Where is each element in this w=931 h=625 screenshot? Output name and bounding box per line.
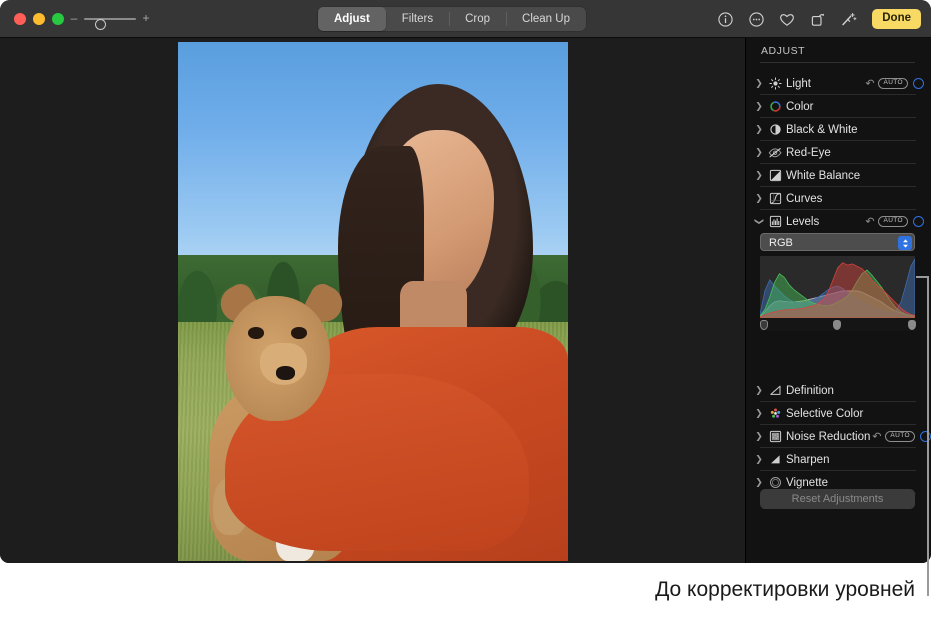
sidebar-item-selective-color[interactable]: ❯ Selective Color [746,402,931,425]
edit-mode-segmented-control[interactable]: Adjust Filters Crop Clean Up [318,7,586,31]
sidebar-item-label: Definition [786,385,834,397]
reset-light-icon[interactable]: ↶ [863,77,876,90]
tab-filters[interactable]: Filters [386,7,449,31]
half-circle-icon [766,123,784,137]
chevron-right-icon[interactable]: ❯ [752,125,766,134]
callout-bracket [916,276,929,596]
chevron-up-down-icon[interactable] [898,236,912,250]
photos-editor-window: – + Adjust Filters Crop Clean Up [0,0,931,563]
close-window-button[interactable] [14,13,26,25]
tab-crop[interactable]: Crop [449,7,506,31]
curves-icon [766,192,784,206]
color-wheel-icon [766,100,784,114]
sidebar-item-label: Light [786,78,811,90]
sidebar-item-label: Red-Eye [786,147,831,159]
auto-levels-badge[interactable]: AUTO [878,216,908,228]
toolbar-actions: Done [715,7,921,31]
sidebar-item-sharpen[interactable]: ❯ Sharpen [746,448,931,471]
levels-histogram[interactable] [760,256,915,318]
eye-slash-icon [766,146,784,160]
reset-adjustments-button[interactable]: Reset Adjustments [760,489,915,509]
photo-canvas [0,38,745,563]
zoom-slider-knob[interactable] [95,19,106,30]
sidebar-title: ADJUST [761,45,805,57]
levels-black-point-handle[interactable] [760,320,768,330]
sidebar-item-color[interactable]: ❯ Color [746,95,931,118]
chevron-right-icon[interactable]: ❯ [752,478,766,487]
sidebar-title-divider [760,62,915,63]
auto-noise-reduction-badge[interactable]: AUTO [885,431,915,443]
sidebar-item-white-balance[interactable]: ❯ White Balance [746,164,931,187]
tab-adjust[interactable]: Adjust [318,7,386,31]
reset-noise-reduction-icon[interactable]: ↶ [870,430,883,443]
minimize-window-button[interactable] [33,13,45,25]
levels-toggle-ring[interactable] [913,216,924,227]
white-balance-icon [766,169,784,183]
sidebar-item-label: Selective Color [786,408,863,420]
chevron-down-icon[interactable]: ❯ [755,215,764,229]
definition-icon [766,384,784,398]
auto-light-badge[interactable]: AUTO [878,78,908,90]
auto-enhance-icon[interactable] [839,9,859,29]
rotate-icon[interactable] [808,9,828,29]
sidebar-item-label: Black & White [786,124,858,136]
vignette-icon [766,476,784,490]
chevron-right-icon[interactable]: ❯ [752,171,766,180]
sidebar-item-label: White Balance [786,170,860,182]
reset-levels-icon[interactable]: ↶ [863,215,876,228]
maximize-window-button[interactable] [52,13,64,25]
sidebar-item-label: Levels [786,216,819,228]
levels-icon [766,215,784,229]
sidebar-item-definition[interactable]: ❯ Definition [746,379,931,402]
sun-icon [766,77,784,91]
chevron-right-icon[interactable]: ❯ [752,194,766,203]
edited-photo[interactable] [178,42,568,561]
info-icon[interactable] [715,9,735,29]
sidebar-item-curves[interactable]: ❯ Curves [746,187,931,210]
chevron-right-icon[interactable]: ❯ [752,79,766,88]
toolbar: – + Adjust Filters Crop Clean Up [0,0,931,38]
sidebar-item-black-and-white[interactable]: ❯ Black & White [746,118,931,141]
selective-color-icon [766,407,784,421]
levels-channel-select[interactable]: RGB [760,233,915,251]
zoom-out-icon[interactable]: – [70,12,78,26]
tab-clean-up[interactable]: Clean Up [506,7,586,31]
zoom-in-icon[interactable]: + [142,12,150,26]
sidebar-item-red-eye[interactable]: ❯ Red-Eye [746,141,931,164]
photo-dog-eye-left [248,327,264,338]
chevron-right-icon[interactable]: ❯ [752,432,766,441]
zoom-slider-track[interactable] [84,18,136,20]
light-toggle-ring[interactable] [913,78,924,89]
sidebar-item-label: Noise Reduction [786,431,870,443]
more-options-icon[interactable] [746,9,766,29]
figure-caption: До корректировки уровней [0,578,915,602]
zoom-slider[interactable]: – + [70,12,150,26]
sidebar-item-label: Color [786,101,813,113]
favorite-heart-icon[interactable] [777,9,797,29]
chevron-right-icon[interactable]: ❯ [752,386,766,395]
levels-histogram-plot [760,256,915,318]
levels-channel-value: RGB [769,237,793,249]
photo-dog-eye-right [291,327,307,338]
noise-reduction-icon [766,430,784,444]
chevron-right-icon[interactable]: ❯ [752,148,766,157]
sidebar-item-label: Vignette [786,477,828,489]
chevron-right-icon[interactable]: ❯ [752,455,766,464]
sidebar-item-light[interactable]: ❯ Light ↶ AUTO [746,72,931,95]
sharpen-icon [766,453,784,467]
levels-mid-point-handle[interactable] [833,320,841,330]
sidebar-item-label: Curves [786,193,822,205]
sidebar-item-label: Sharpen [786,454,829,466]
done-button[interactable]: Done [872,9,921,29]
levels-white-point-handle[interactable] [908,320,916,330]
chevron-right-icon[interactable]: ❯ [752,102,766,111]
chevron-right-icon[interactable]: ❯ [752,409,766,418]
sidebar-item-noise-reduction[interactable]: ❯ Noise Reduction ↶ AUTO [746,425,931,448]
sidebar-item-levels[interactable]: ❯ Levels ↶ AUTO [746,210,931,233]
photo-dog-nose [276,366,296,379]
